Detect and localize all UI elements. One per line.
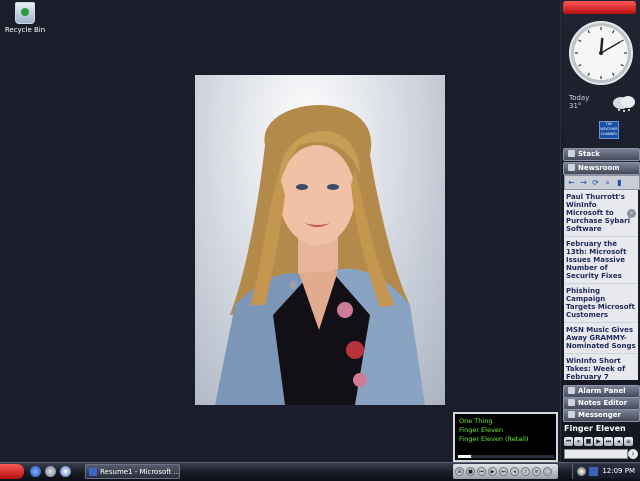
word-document-icon [89,468,97,476]
popup-progress-fill [458,455,472,458]
tile-stack-label: Stack [578,150,600,158]
playlist-icon[interactable]: ≡ [624,437,633,446]
analog-clock [569,21,633,85]
play-icon[interactable]: ▶ [594,437,603,446]
news-item[interactable]: WinInfo Short Takes: Week of February 7 [564,354,638,380]
refresh-icon[interactable]: ⟳ [591,178,600,187]
news-item[interactable]: MSN Music Gives Away GRAMMY-Nominated So… [564,323,638,354]
news-scroll-button[interactable]: › [627,209,636,218]
tile-messenger[interactable]: Messenger [563,409,640,422]
media-go-button[interactable]: › [628,449,638,459]
book-icon[interactable]: ▮ [615,178,624,187]
news-item[interactable]: February the 13th: Microsoft Issues Mass… [564,237,638,284]
forward-arrow-icon[interactable]: → [579,178,588,187]
taskbar-mini-player: ⊞ ■ ⏮ ▶ ⏭ ◂ ♪ ≡ ▢ [453,464,558,479]
search-icon[interactable]: ⌕ [603,178,612,187]
windows-sidebar: Today 31° THE WEATHER CHANNEL Stack News… [560,0,640,462]
volume-icon[interactable]: ◂ [614,437,623,446]
desktop-icon[interactable] [45,466,56,477]
tray-volume-icon[interactable] [577,467,586,476]
recycle-bin-label: Recycle Bin [4,26,46,34]
windows-flag-icon[interactable]: ⊞ [455,467,464,476]
next-icon[interactable]: ⏭ [604,437,613,446]
recycle-bin-shortcut[interactable]: Recycle Bin [4,2,46,34]
pause-icon[interactable]: ⏸ [574,437,583,446]
cloudy-snow-icon [613,96,635,112]
stack-icon [568,150,575,157]
newsroom-toolbar: ← → ⟳ ⌕ ▮ [564,175,640,190]
taskbar-clock[interactable]: 12:09 PM [602,464,635,479]
popup-track: One Thing [459,417,493,425]
tile-stack[interactable]: Stack [563,148,640,161]
messenger-icon [568,411,575,418]
task-button-resume[interactable]: Resume1 - Microsoft ... [85,464,180,479]
weather-channel-logo: THE WEATHER CHANNEL [599,121,619,139]
newsroom-list: › Paul Thurrott's WinInfo Microsoft to P… [564,190,638,380]
tile-newsroom-label: Newsroom [578,164,620,172]
tile-alarm-label: Alarm Panel [578,387,626,395]
start-button[interactable] [0,464,24,479]
recycle-bin-icon [15,2,35,24]
stop-icon[interactable]: ■ [584,437,593,446]
taskbar: Resume1 - Microsoft ... ⊞ ■ ⏮ ▶ ⏭ ◂ ♪ ≡ ▢ 12:09 … [0,462,640,481]
popup-artist: Finger Eleven [459,426,503,434]
media-player-icon[interactable] [60,466,71,477]
mini-stop-icon[interactable]: ■ [466,467,475,476]
tray-network-icon[interactable] [589,467,598,476]
news-item[interactable]: Phishing Campaign Targets Microsoft Cust… [564,284,638,323]
now-playing-popup: One Thing Finger Eleven Finger Eleven (R… [453,412,558,462]
task-button-label: Resume1 - Microsoft ... [100,468,180,476]
popup-progress-bar [458,455,554,458]
mini-restore-icon[interactable]: ▢ [543,467,552,476]
sidebar-top-button[interactable] [563,1,636,14]
weather-gadget[interactable]: Today 31° THE WEATHER CHANNEL [569,94,639,139]
clock-hour-hand [599,37,604,55]
newsroom-icon [568,164,575,171]
system-tray: 12:09 PM [572,464,640,479]
mini-vol-icon[interactable]: ♪ [521,467,530,476]
mini-play-icon[interactable]: ▶ [488,467,497,476]
alarm-icon [568,387,575,394]
mini-eq-icon[interactable]: ≡ [532,467,541,476]
wallpaper-photo [195,75,445,405]
ie-icon[interactable] [30,466,41,477]
portrait-illustration [215,105,425,405]
now-playing-artist: Finger Eleven [564,424,626,433]
media-controls: ⏮ ⏸ ■ ▶ ⏭ ◂ ≡ [564,436,638,446]
media-seek-field[interactable] [564,449,628,459]
tile-newsroom[interactable]: Newsroom [563,162,640,175]
mini-next-icon[interactable]: ⏭ [499,467,508,476]
back-arrow-icon[interactable]: ← [567,178,576,187]
mini-mute-icon[interactable]: ◂ [510,467,519,476]
tile-messenger-label: Messenger [578,411,621,419]
notes-icon [568,399,575,406]
popup-album: Finger Eleven (Retail) [459,435,529,443]
mini-prev-icon[interactable]: ⏮ [477,467,486,476]
previous-icon[interactable]: ⏮ [564,437,573,446]
